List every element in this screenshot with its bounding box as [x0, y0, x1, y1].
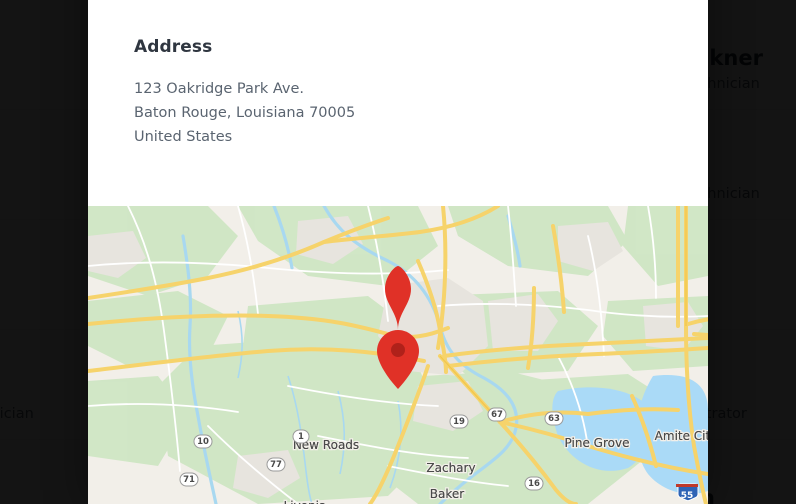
address-map[interactable]: New Roads New Roads Zachary Zachary Bake…: [88, 206, 708, 504]
svg-text:16: 16: [528, 479, 540, 489]
address-block: 123 Oakridge Park Ave. Baton Rouge, Loui…: [134, 77, 662, 149]
svg-text:55: 55: [681, 491, 694, 501]
app-root: Faulkner Technician Technician Technicia…: [0, 0, 796, 504]
svg-text:Zachary: Zachary: [426, 461, 475, 475]
address-heading: Address: [134, 36, 213, 57]
svg-text:Amite City: Amite City: [655, 429, 708, 443]
svg-text:Livonia: Livonia: [284, 499, 327, 504]
modal-body: Royal Shrovetide Football Taxidermy Land…: [88, 0, 708, 149]
svg-text:10: 10: [197, 437, 209, 447]
svg-text:1: 1: [298, 432, 304, 442]
svg-text:63: 63: [548, 414, 560, 424]
svg-text:Baker: Baker: [430, 487, 464, 501]
svg-text:77: 77: [270, 460, 282, 470]
contact-detail-modal: Royal Shrovetide Football Taxidermy Land…: [88, 0, 708, 504]
svg-text:67: 67: [491, 410, 503, 420]
svg-text:19: 19: [453, 417, 465, 427]
svg-text:71: 71: [183, 475, 195, 485]
address-country: United States: [134, 128, 233, 145]
address-street: 123 Oakridge Park Ave.: [134, 80, 305, 97]
svg-text:Pine Grove: Pine Grove: [565, 436, 630, 450]
address-city: Baton Rouge, Louisiana 70005: [134, 104, 356, 121]
